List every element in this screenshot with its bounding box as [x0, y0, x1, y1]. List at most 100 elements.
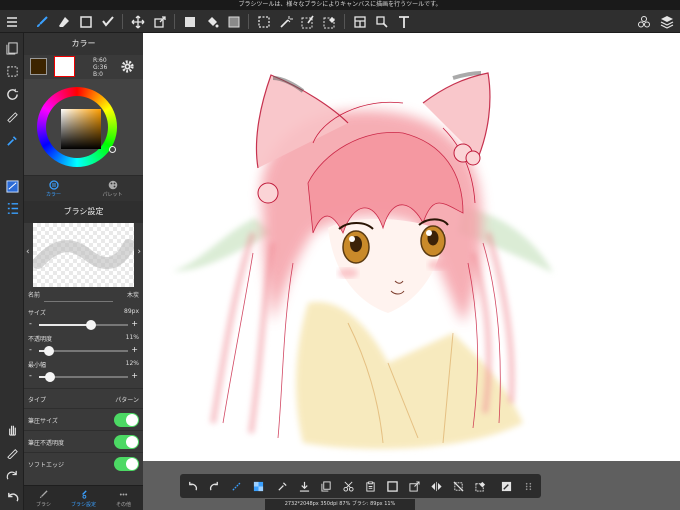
size-row: サイズ 89px [24, 305, 143, 319]
eyedropper-icon[interactable] [0, 129, 24, 151]
frame-divide-icon[interactable] [348, 10, 371, 33]
selection-icon[interactable] [252, 10, 275, 33]
download-icon[interactable] [294, 474, 314, 498]
soft-edge-toggle[interactable] [114, 457, 139, 471]
ruler-icon[interactable] [0, 106, 24, 128]
brush-name-row[interactable]: 名前 木炭 [24, 287, 143, 305]
operation-icon[interactable] [370, 10, 393, 33]
gear-icon[interactable] [120, 59, 135, 74]
min-width-knob[interactable] [44, 372, 55, 382]
min-width-minus-button[interactable]: - [29, 371, 32, 380]
redo-icon[interactable] [0, 464, 24, 486]
layers-icon[interactable] [655, 10, 678, 33]
tool-tooltip: ブラシツールは、様々なブラシによりキャンバスに描画を行うツールです。 [238, 1, 442, 8]
undo-icon[interactable] [182, 474, 202, 498]
tab-palette[interactable]: パレット [83, 178, 142, 198]
tab-other[interactable]: その他 [104, 488, 143, 508]
brush-type-row[interactable]: タイプ パターン [24, 388, 143, 408]
undo-icon[interactable] [0, 486, 24, 508]
pressure-opacity-toggle[interactable] [114, 435, 139, 449]
drawing-canvas[interactable] [143, 33, 680, 461]
color-panel-title: カラー [24, 33, 143, 55]
min-width-slider[interactable]: - + [24, 371, 143, 383]
min-width-plus-button[interactable]: + [131, 371, 138, 380]
prev-brush-icon[interactable]: ‹ [26, 247, 30, 257]
tab-other-label: その他 [115, 502, 131, 508]
menu-icon[interactable] [0, 10, 23, 33]
smudge-icon[interactable] [96, 10, 119, 33]
opacity-slider[interactable]: - + [24, 345, 143, 357]
illustration [173, 71, 553, 449]
size-knob[interactable] [85, 320, 96, 330]
saturation-value-box[interactable] [61, 109, 101, 149]
edit-icon[interactable] [496, 474, 516, 498]
select-eraser-icon[interactable] [470, 474, 490, 498]
tab-color-label: カラー [45, 192, 61, 198]
tab-brush-settings[interactable]: ブラシ設定 [64, 488, 103, 508]
text-icon[interactable] [392, 10, 415, 33]
opacity-minus-button[interactable]: - [29, 345, 32, 354]
canvas-frame-icon[interactable] [382, 474, 402, 498]
eyedropper-icon[interactable] [272, 474, 292, 498]
size-label: サイズ [28, 310, 46, 317]
toolbar-divider [122, 14, 123, 29]
tab-palette-label: パレット [102, 192, 123, 198]
cut-icon[interactable] [338, 474, 358, 498]
size-minus-button[interactable]: - [29, 319, 32, 328]
layer-select-icon[interactable] [0, 60, 24, 82]
brush-preview: ‹ › [24, 223, 143, 287]
rotate-icon[interactable] [0, 83, 24, 105]
size-fill [39, 324, 91, 326]
color-wheel-area [24, 79, 143, 175]
select-eraser-icon[interactable] [318, 10, 341, 33]
rgb-r: R:60 [93, 57, 107, 64]
eraser-icon[interactable] [52, 10, 75, 33]
paste-icon[interactable] [360, 474, 380, 498]
transparency-icon[interactable] [248, 474, 268, 498]
magic-wand-icon[interactable] [274, 10, 297, 33]
min-width-value: 12% [125, 360, 139, 367]
hand-icon[interactable] [0, 418, 24, 440]
tab-brush[interactable]: ブラシ [24, 488, 63, 508]
grip-icon[interactable] [518, 474, 538, 498]
color-row: R:60 G:36 B:0 [24, 55, 143, 79]
next-brush-icon[interactable]: › [137, 247, 141, 257]
size-slider[interactable]: - + [24, 319, 143, 331]
opacity-plus-button[interactable]: + [131, 345, 138, 354]
tab-brush-settings-label: ブラシ設定 [71, 502, 96, 508]
material-icon[interactable] [632, 10, 655, 33]
transform-icon[interactable] [148, 10, 171, 33]
transform-icon[interactable] [404, 474, 424, 498]
tab-brush-label: ブラシ [36, 502, 51, 508]
pressure-size-toggle[interactable] [114, 413, 139, 427]
opacity-knob[interactable] [43, 346, 54, 356]
canvas-area[interactable] [143, 33, 680, 510]
soft-edge-label: ソフトエッジ [28, 462, 65, 469]
color-panel-icon[interactable] [0, 175, 24, 197]
pen-icon[interactable] [0, 441, 24, 463]
gradient-icon[interactable] [222, 10, 245, 33]
sub-color-swatch[interactable] [54, 56, 75, 77]
sv-cursor[interactable] [109, 146, 116, 153]
move-icon[interactable] [126, 10, 149, 33]
redo-icon[interactable] [204, 474, 224, 498]
pages-icon[interactable] [0, 37, 24, 59]
stabilizer-icon[interactable] [226, 474, 246, 498]
pressure-opacity-row: 筆圧不透明度 [24, 430, 143, 452]
fill-rect-icon[interactable] [178, 10, 201, 33]
flip-icon[interactable] [426, 474, 446, 498]
bucket-icon[interactable] [200, 10, 223, 33]
select-pen-icon[interactable] [296, 10, 319, 33]
color-tab-icon [24, 178, 83, 191]
brush-icon[interactable] [30, 10, 53, 33]
min-width-label: 最小幅 [28, 362, 47, 369]
rectangle-select-icon[interactable] [74, 10, 97, 33]
deselect-icon[interactable] [448, 474, 468, 498]
tab-color[interactable]: カラー [24, 178, 83, 198]
copy-icon[interactable] [316, 474, 336, 498]
layer-list-icon[interactable] [0, 197, 24, 219]
pressure-opacity-label: 筆圧不透明度 [28, 440, 65, 447]
pressure-size-label: 筆圧サイズ [28, 418, 58, 425]
main-color-swatch[interactable] [30, 58, 47, 75]
size-plus-button[interactable]: + [131, 319, 138, 328]
